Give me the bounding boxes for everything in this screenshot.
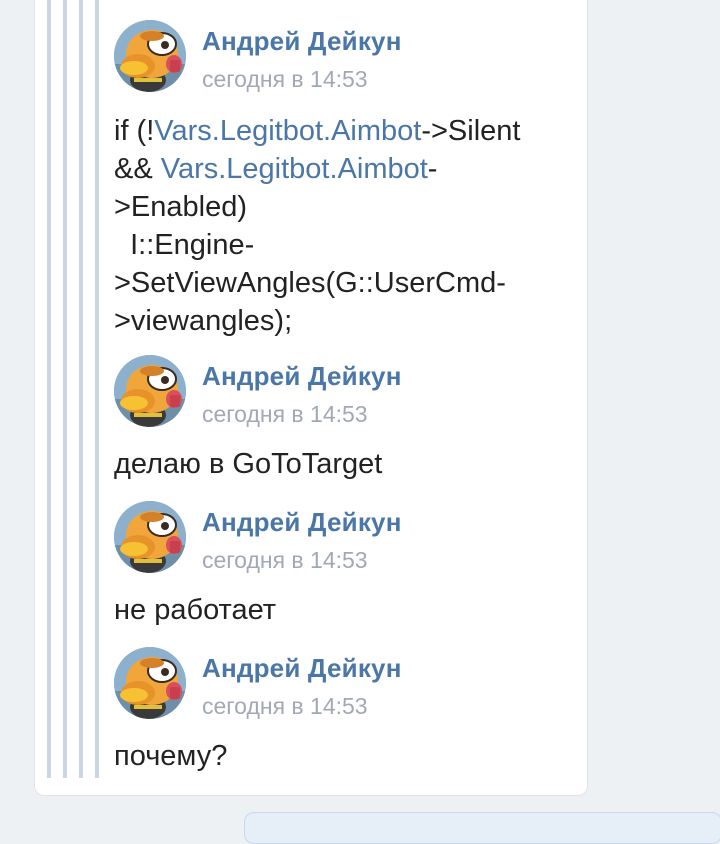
- text-segment: не работает: [114, 594, 277, 626]
- cartoon-bird-avatar-icon: [114, 647, 186, 719]
- message-header: Андрей Дейкун сегодня в 14:53: [114, 647, 710, 725]
- author-name[interactable]: Андрей Дейкун: [202, 26, 402, 57]
- avatar[interactable]: [114, 647, 186, 719]
- quote-bar: [47, 0, 51, 778]
- text-link[interactable]: Vars.Legitbot.Aimbot: [161, 153, 428, 185]
- author-name[interactable]: Андрей Дейкун: [202, 653, 402, 684]
- message: Андрей Дейкун сегодня в 14:53 if (!Vars.…: [114, 20, 710, 340]
- message-time: сегодня в 14:53: [202, 66, 368, 92]
- message-text: if (!Vars.Legitbot.Aimbot->Silent && Var…: [114, 112, 710, 340]
- author-name[interactable]: Андрей Дейкун: [202, 361, 402, 392]
- message: Андрей Дейкун сегодня в 14:53 не работае…: [114, 501, 710, 629]
- author-name[interactable]: Андрей Дейкун: [202, 507, 402, 538]
- avatar[interactable]: [114, 20, 186, 92]
- message-text: делаю в GoToTarget: [114, 445, 710, 483]
- cartoon-bird-avatar-icon: [114, 355, 186, 427]
- text-link[interactable]: Vars.Legitbot.Aimbot: [154, 115, 421, 147]
- message: Андрей Дейкун сегодня в 14:53 почему?: [114, 647, 710, 775]
- message-text: не работает: [114, 591, 710, 629]
- next-message-bubble: [244, 812, 720, 844]
- message-time: сегодня в 14:53: [202, 401, 368, 427]
- message: Андрей Дейкун сегодня в 14:53 делаю в Go…: [114, 355, 710, 483]
- quote-bar: [79, 0, 83, 778]
- message-header: Андрей Дейкун сегодня в 14:53: [114, 355, 710, 433]
- message-header: Андрей Дейкун сегодня в 14:53: [114, 20, 710, 98]
- message-text: почему?: [114, 737, 710, 775]
- message-time: сегодня в 14:53: [202, 693, 368, 719]
- cartoon-bird-avatar-icon: [114, 501, 186, 573]
- avatar[interactable]: [114, 501, 186, 573]
- text-segment: почему?: [114, 740, 228, 772]
- quote-bar: [95, 0, 99, 778]
- message-time: сегодня в 14:53: [202, 547, 368, 573]
- text-segment: if (!: [114, 115, 155, 147]
- quote-bar: [63, 0, 67, 778]
- message-header: Андрей Дейкун сегодня в 14:53: [114, 501, 710, 579]
- avatar[interactable]: [114, 355, 186, 427]
- text-segment: делаю в GoToTarget: [114, 448, 383, 480]
- cartoon-bird-avatar-icon: [114, 20, 186, 92]
